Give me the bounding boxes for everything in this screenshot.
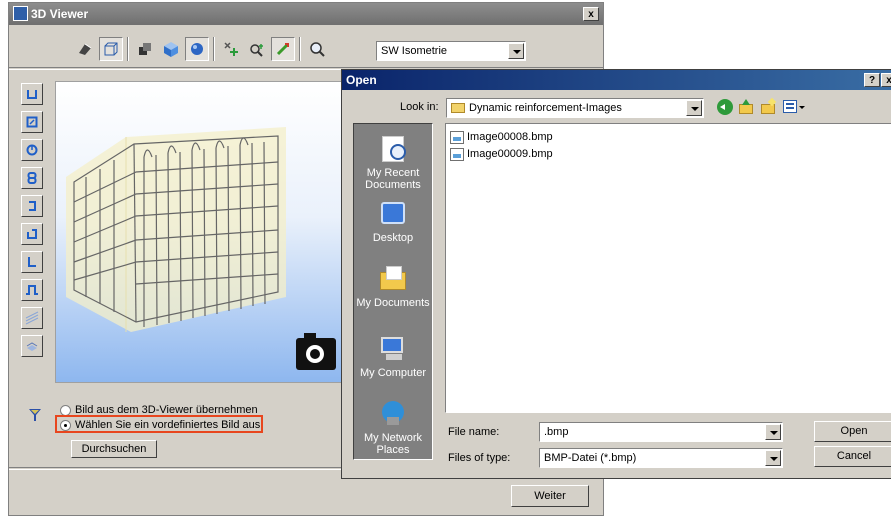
toolbar-separator — [299, 37, 301, 61]
chevron-down-icon[interactable] — [686, 100, 702, 116]
views-menu-icon[interactable] — [783, 99, 805, 115]
place-my-documents[interactable]: My Documents — [354, 264, 432, 309]
recent-documents-icon — [378, 134, 408, 164]
file-list[interactable]: Image00008.bmp Image00009.bmp — [445, 123, 891, 413]
look-in-value: Dynamic reinforcement-Images — [469, 102, 622, 114]
my-computer-icon — [378, 334, 408, 364]
funnel-icon — [28, 407, 42, 423]
file-name-field[interactable]: .bmp — [539, 422, 783, 442]
stirrup-l-icon[interactable] — [21, 251, 43, 273]
preview-image — [55, 81, 351, 383]
stirrup-round-icon[interactable] — [21, 139, 43, 161]
new-folder-icon[interactable] — [760, 97, 777, 115]
open-button[interactable]: Open — [814, 421, 891, 442]
viewer-title: 3D Viewer — [31, 7, 89, 21]
chevron-down-icon[interactable] — [508, 43, 524, 59]
viewer-app-icon — [13, 6, 28, 21]
file-type-combo[interactable]: BMP-Datei (*.bmp) — [539, 448, 783, 468]
option-choose-radio[interactable] — [60, 420, 71, 431]
chevron-down-icon[interactable] — [765, 424, 781, 440]
look-in-label: Look in: — [400, 101, 439, 113]
look-in-combo[interactable]: Dynamic reinforcement-Images — [446, 98, 704, 118]
desktop-icon — [378, 199, 408, 229]
sphere-icon[interactable] — [185, 37, 209, 61]
stirrup-open-icon[interactable] — [21, 223, 43, 245]
option-choose-label: Wählen Sie ein vordefiniertes Bild aus — [75, 419, 261, 431]
mesh-3d-icon[interactable] — [21, 335, 43, 357]
up-folder-icon[interactable] — [738, 99, 754, 115]
file-type-value: BMP-Datei (*.bmp) — [544, 452, 637, 464]
chevron-down-icon[interactable] — [765, 450, 781, 466]
back-icon[interactable] — [717, 99, 733, 115]
bmp-file-icon — [450, 130, 464, 144]
stirrup-hook-icon[interactable] — [21, 195, 43, 217]
place-my-computer[interactable]: My Computer — [354, 334, 432, 379]
camera-icon[interactable] — [296, 333, 336, 370]
stirrup-closed-icon[interactable] — [21, 111, 43, 133]
zoom-add-icon[interactable] — [219, 37, 243, 61]
help-button[interactable]: ? — [864, 73, 880, 87]
zoom-icon[interactable] — [305, 37, 329, 61]
stirrup-u-icon[interactable] — [21, 83, 43, 105]
stirrup-double-icon[interactable] — [21, 167, 43, 189]
open-dialog-titlebar: Open ? x — [342, 70, 891, 90]
place-desktop[interactable]: Desktop — [354, 199, 432, 244]
rotate-icon[interactable] — [73, 37, 97, 61]
stirrup-wave-icon[interactable] — [21, 279, 43, 301]
file-name-label: File name: — [448, 426, 500, 438]
shaded-cube-icon[interactable] — [159, 37, 183, 61]
hidden-line-icon[interactable] — [133, 37, 157, 61]
wireframe-box-icon[interactable] — [99, 37, 123, 61]
place-my-network-places[interactable]: My Network Places — [354, 399, 432, 456]
cancel-button[interactable]: Cancel — [814, 446, 891, 467]
view-combo[interactable]: SW Isometrie — [376, 41, 526, 61]
list-item[interactable]: Image00009.bmp — [450, 147, 553, 161]
list-item[interactable]: Image00008.bmp — [450, 130, 553, 144]
zoom-region-icon[interactable] — [245, 37, 269, 61]
file-type-label: Files of type: — [448, 452, 511, 464]
next-button[interactable]: Weiter — [511, 485, 589, 507]
place-recent-documents[interactable]: My Recent Documents — [354, 134, 432, 191]
bmp-file-icon — [450, 147, 464, 161]
browse-button[interactable]: Durchsuchen — [71, 440, 157, 458]
viewer-titlebar: 3D Viewer x — [9, 3, 603, 25]
network-places-icon — [378, 399, 408, 429]
open-dialog: Open ? x Look in: Dynamic reinforcement-… — [341, 69, 891, 479]
mesh-icon[interactable] — [21, 307, 43, 329]
viewer-close-button[interactable]: x — [583, 7, 599, 21]
view-combo-value: SW Isometrie — [381, 45, 448, 57]
open-dialog-close-button[interactable]: x — [881, 73, 891, 87]
places-bar: My Recent Documents Desktop My Documents… — [353, 123, 433, 460]
pan-icon[interactable] — [271, 37, 295, 61]
toolbar-separator — [127, 37, 129, 61]
file-name-value: .bmp — [544, 426, 569, 438]
toolbar-separator — [213, 37, 215, 61]
my-documents-icon — [378, 264, 408, 294]
open-dialog-title: Open — [346, 73, 377, 87]
folder-icon — [451, 103, 465, 113]
